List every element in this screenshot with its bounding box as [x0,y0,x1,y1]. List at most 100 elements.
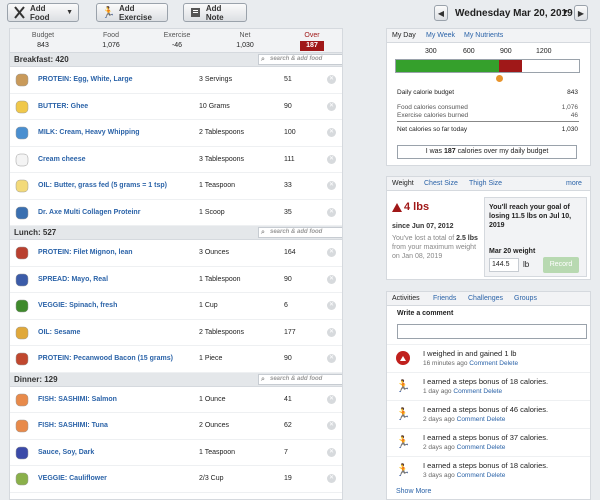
delete-icon[interactable]: ✕ [327,248,336,257]
meal-search-placeholder: search & add food [270,229,323,235]
delete-link[interactable]: Delete [487,444,506,451]
food-row: Sauce, Soy, Dark 1 Teaspoon 7 ✕ [10,440,342,466]
toolbar: Add Food ▼ 🏃 Add Exercise Add Note ◀ Wed… [0,0,600,28]
previous-day-button[interactable]: ◀ [434,5,448,21]
add-exercise-button[interactable]: 🏃 Add Exercise [96,3,168,22]
food-calories: 164 [284,249,296,256]
food-name-link[interactable]: BUTTER: Ghee [38,103,88,110]
runner-icon: 🏃 [395,379,411,393]
delete-icon[interactable]: ✕ [327,207,336,217]
activity-meta: 2 days ago Comment Delete [423,444,505,451]
next-day-button[interactable]: ▶ [574,5,588,21]
summary-exercise: Exercise -46 [163,32,191,49]
tab-my-week[interactable]: My Week [426,32,455,39]
food-name-link[interactable]: MILK: Cream, Heavy Whipping [38,129,140,136]
tab-challenges[interactable]: Challenges [468,295,503,302]
delete-icon[interactable]: ✕ [327,154,336,164]
delete-icon[interactable]: ✕ [327,75,336,84]
activity-item: 🏃 I earned a steps bonus of 18 calories.… [387,372,590,402]
tab-groups[interactable]: Groups [514,295,537,302]
comment-link[interactable]: Comment [457,444,485,451]
delete-icon[interactable]: ✕ [327,474,336,483]
food-row: MILK: Cream, Heavy Whipping 2 Tablespoon… [10,120,342,147]
add-exercise-label: Add Exercise [119,3,152,22]
food-quantity: 1 Teaspoon [199,182,236,189]
food-name-link[interactable]: PROTEIN: Egg, White, Large [38,76,133,83]
delete-icon[interactable]: ✕ [327,394,336,404]
food-name-link[interactable]: OIL: Butter, grass fed (5 grams = 1 tsp) [38,182,167,189]
delete-icon[interactable]: ✕ [327,128,336,137]
activity-item: I weighed in and gained 1 lb 16 minutes … [387,344,590,374]
delete-icon[interactable]: ✕ [327,181,336,190]
food-calories: 41 [284,395,292,403]
tab-friends[interactable]: Friends [433,295,456,302]
food-row: Cream cheese 3 Tablespoons 111 ✕ [10,147,342,173]
delete-icon[interactable]: ✕ [327,421,336,430]
food-quantity: 1 Ounce [199,395,226,403]
delete-icon[interactable]: ✕ [327,301,336,310]
date-dropdown-icon[interactable]: ▼ [562,9,569,16]
food-name-link[interactable]: Sauce, Soy, Dark [38,449,94,456]
utensils-icon [14,205,30,221]
food-name-link[interactable]: SPREAD: Mayo, Real [38,276,108,283]
food-name-link[interactable]: VEGGIE: Spinach, fresh [38,302,117,309]
diary-date[interactable]: Wednesday Mar 20, 2019 [455,8,573,19]
runner-icon: 🏃 [395,407,411,421]
food-row: OIL: Butter, grass fed (5 grams = 1 tsp)… [10,173,342,200]
food-quantity: 1 Piece [199,355,223,362]
tab-activities[interactable]: Activities [392,295,420,302]
write-comment-label: Write a comment [397,310,454,317]
food-calories: 90 [284,275,292,283]
food-name-link[interactable]: Cream cheese [38,156,85,163]
food-name-link[interactable]: FISH: SASHIMI: Salmon [38,396,117,403]
delete-icon[interactable]: ✕ [327,101,336,111]
exercise-burned-value: 46 [570,112,578,119]
food-name-link[interactable]: VEGGIE: Cauliflower [38,475,107,482]
delete-icon[interactable]: ✕ [327,447,336,457]
weight-input[interactable]: 144.5 [489,258,519,272]
summary-over: Over 187 [300,31,324,51]
delete-icon[interactable]: ✕ [327,354,336,363]
tab-my-nutrients[interactable]: My Nutrients [464,32,503,39]
tab-weight[interactable]: Weight [392,180,414,187]
comment-input[interactable] [397,324,587,339]
delete-icon[interactable]: ✕ [327,274,336,284]
egg-icon [14,72,30,88]
comment-link[interactable]: Comment [457,472,485,479]
delete-icon[interactable]: ✕ [327,327,336,337]
delete-link[interactable]: Delete [499,360,518,367]
record-button[interactable]: Record [543,257,579,273]
meal-search-input[interactable]: ⌕ search & add food [258,227,342,238]
food-name-link[interactable]: FISH: SASHIMI: Tuna [38,422,108,429]
food-row: VEGGIE: Cauliflower 2/3 Cup 19 ✕ [10,466,342,493]
food-row: BUTTER: Ghee 10 Grams 90 ✕ [10,94,342,120]
meal-search-input[interactable]: ⌕ search & add food [258,54,342,65]
delete-link[interactable]: Delete [487,416,506,423]
food-name-link[interactable]: PROTEIN: Pecanwood Bacon (15 grams) [38,355,173,362]
delete-link[interactable]: Delete [487,472,506,479]
more-link[interactable]: more [566,180,582,187]
tab-chest-size[interactable]: Chest Size [424,180,458,187]
food-name-link[interactable]: PROTEIN: Filet Mignon, lean [38,249,133,256]
comment-link[interactable]: Comment [469,360,497,367]
food-quantity: 2 Tablespoons [199,328,245,336]
food-quantity: 3 Ounces [199,249,229,256]
soy-sauce-icon [14,445,30,461]
food-calories: 62 [284,422,292,429]
tab-my-day[interactable]: My Day [392,32,416,39]
food-name-link[interactable]: OIL: Sesame [38,329,80,336]
comment-link[interactable]: Comment [453,388,481,395]
food-name-link[interactable]: Dr. Axe Multi Collagen Proteinr [38,209,140,216]
add-note-button[interactable]: Add Note [183,3,247,22]
meal-search-input[interactable]: ⌕ search & add food [258,373,342,385]
activity-tabs: Activities Friends Challenges Groups [387,292,590,306]
show-more-link[interactable]: Show More [396,488,431,495]
summary-food: Food 1,076 [102,32,120,49]
my-day-tabs: My Day My Week My Nutrients [387,29,590,43]
food-row: VEGGIE: Spinach, fresh 1 Cup 6 ✕ [10,293,342,320]
comment-link[interactable]: Comment [457,416,485,423]
delete-link[interactable]: Delete [483,388,502,395]
tab-thigh-size[interactable]: Thigh Size [469,180,502,187]
food-row: PROTEIN: Egg, White, Large 3 Servings 51… [10,67,342,94]
add-food-button[interactable]: Add Food ▼ [7,3,79,22]
